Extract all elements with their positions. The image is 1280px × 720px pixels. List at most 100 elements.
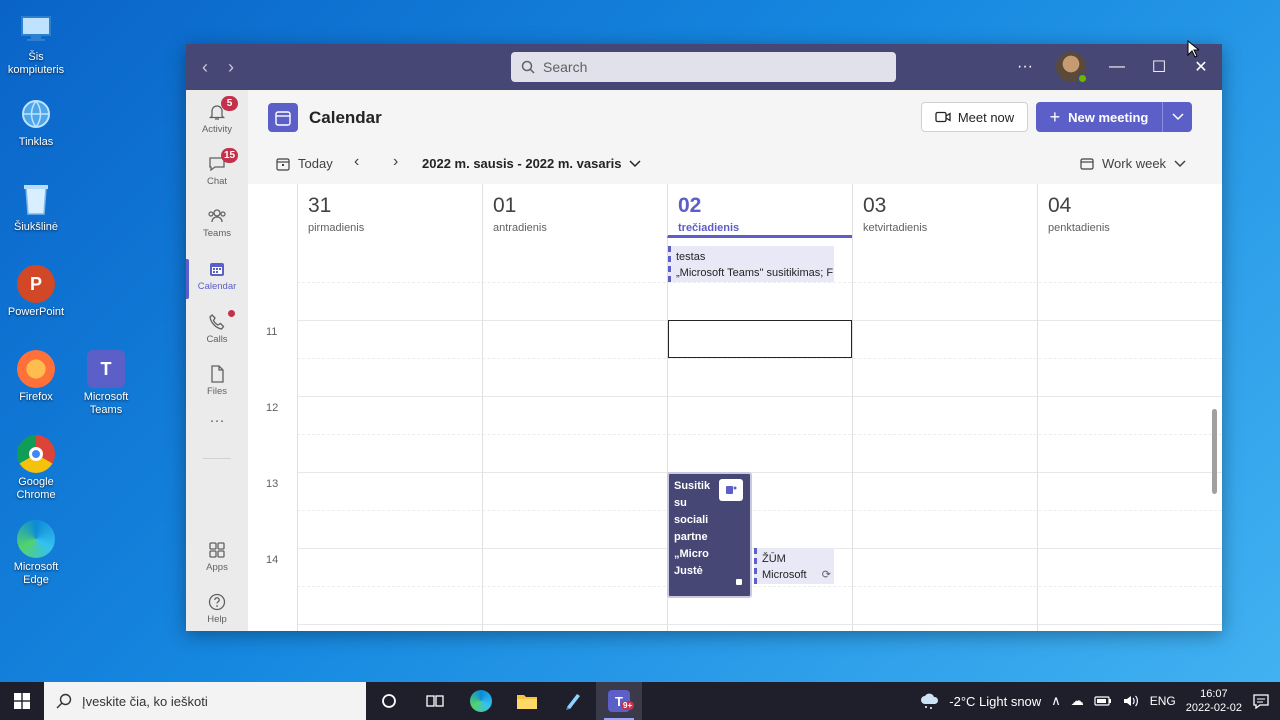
chrome-icon [17, 435, 55, 473]
search-placeholder: Search [543, 59, 588, 75]
hour-label: 12 [266, 402, 279, 414]
notifications-icon[interactable] [1252, 693, 1270, 709]
recurring-icon: ⟳ [821, 569, 831, 581]
battery-icon[interactable] [1094, 695, 1112, 707]
event-zum[interactable]: ŽŪM Microsoft ⟳ [754, 548, 834, 584]
taskbar-file-explorer[interactable] [504, 682, 550, 720]
teams-icon: T [87, 350, 125, 388]
taskbar-teams[interactable]: T 9+ [596, 682, 642, 720]
clock-time: 16:07 [1200, 688, 1228, 700]
taskbar: Įveskite čia, ko ieškoti T 9+ -2°C Light… [0, 682, 1280, 720]
event-line: partne [674, 531, 708, 543]
plus-icon: + [1049, 106, 1061, 127]
close-icon[interactable]: ✕ [1180, 57, 1222, 77]
day-header-thursday[interactable]: 03 ketvirtadienis [852, 184, 1037, 238]
day-header-wednesday[interactable]: 02 trečiadienis [667, 184, 852, 238]
help-icon [186, 590, 248, 614]
rail-item-apps[interactable]: Apps [186, 532, 248, 582]
new-meeting-dropdown[interactable] [1162, 102, 1192, 132]
hour-label: 13 [266, 478, 279, 490]
onedrive-icon[interactable]: ☁ [1071, 693, 1084, 709]
search-input[interactable]: Search [511, 52, 896, 82]
taskbar-edge[interactable] [458, 682, 504, 720]
page-title: Calendar [309, 108, 382, 127]
volume-icon[interactable] [1122, 694, 1140, 708]
rail-item-label: Help [207, 614, 227, 625]
title-bar: ‹ › Search ··· — ☐ ✕ [186, 44, 1222, 90]
calendar-toolbar: Today ‹ › 2022 m. sausis - 2022 m. vasar… [248, 144, 1222, 184]
input-language[interactable]: ENG [1150, 694, 1176, 708]
more-options-icon[interactable]: ··· [1004, 58, 1046, 76]
desktop-icon-label: Tinklas [18, 136, 54, 148]
clock[interactable]: 16:07 2022-02-02 [1186, 687, 1242, 715]
desktop-icon-network[interactable]: Tinklas [0, 95, 72, 149]
forward-arrow-icon[interactable]: › [218, 57, 244, 78]
presence-available-icon [1077, 73, 1088, 84]
show-hidden-icons-icon[interactable]: ∧ [1051, 693, 1061, 709]
hour-label: 14 [266, 554, 279, 566]
work-week-icon [1080, 157, 1094, 170]
windows-logo-icon [14, 693, 30, 709]
day-name: penktadienis [1048, 222, 1110, 234]
event-social-partners[interactable]: Susitik su sociali partne „Micro Justė [667, 472, 752, 598]
maximize-icon[interactable]: ☐ [1138, 57, 1180, 77]
rail-item-activity[interactable]: 5 Activity [186, 94, 248, 144]
cortana-button[interactable] [366, 682, 412, 720]
taskbar-app[interactable] [550, 682, 596, 720]
previous-week-icon[interactable]: ‹ [354, 153, 359, 171]
rail-item-chat[interactable]: 15 Chat [186, 146, 248, 196]
join-teams-meeting-icon[interactable] [719, 479, 743, 501]
rail-item-teams[interactable]: Teams [186, 198, 248, 248]
day-header-monday[interactable]: 31 pirmadienis [297, 184, 482, 238]
rail-item-calls[interactable]: Calls [186, 304, 248, 354]
meet-now-button[interactable]: Meet now [921, 102, 1028, 132]
activity-badge: 5 [221, 96, 238, 111]
avatar[interactable] [1056, 52, 1088, 84]
event-line: „Micro [674, 548, 709, 560]
new-meeting-button[interactable]: + New meeting [1036, 102, 1192, 132]
desktop-icon-chrome[interactable]: Google Chrome [0, 435, 72, 502]
desktop-icon-firefox[interactable]: Firefox [0, 350, 72, 404]
today-button[interactable]: Today [276, 156, 333, 171]
folder-icon [517, 695, 537, 709]
date-range-picker[interactable]: 2022 m. sausis - 2022 m. vasaris [422, 156, 642, 171]
desktop-icon-recycle-bin[interactable]: Šiukšlinė [0, 180, 72, 234]
desktop-icon-label: Google Chrome [16, 476, 56, 501]
event-subtitle: „Microsoft Teams" susitikimas; F [676, 267, 834, 279]
teams-meeting-small-icon [735, 576, 745, 593]
desktop-icon-this-pc[interactable]: Šis kompiuteris [0, 10, 72, 77]
calendar-header: Calendar Meet now + New meeting [248, 90, 1222, 144]
day-number: 31 [308, 194, 332, 217]
day-header-friday[interactable]: 04 penktadienis [1037, 184, 1222, 238]
mouse-cursor-icon [1187, 40, 1199, 58]
today-label: Today [298, 156, 333, 171]
back-arrow-icon[interactable]: ‹ [192, 57, 218, 78]
weather-text: -2°C Light snow [949, 693, 1042, 709]
view-selector[interactable]: Work week [1080, 156, 1186, 171]
date-range-label: 2022 m. sausis - 2022 m. vasaris [422, 156, 622, 171]
day-header-tuesday[interactable]: 01 antradienis [482, 184, 667, 238]
rail-item-files[interactable]: Files [186, 356, 248, 406]
day-name: pirmadienis [308, 222, 365, 234]
column-divider [297, 184, 298, 631]
vertical-scrollbar[interactable] [1212, 409, 1217, 494]
rail-item-calendar[interactable]: Calendar [186, 251, 248, 301]
desktop-icon-label: Šis kompiuteris [7, 51, 65, 76]
start-button[interactable] [0, 693, 44, 709]
desktop-icon-edge[interactable]: Microsoft Edge [0, 520, 72, 587]
event-testas[interactable]: testas „Microsoft Teams" susitikimas; F [668, 246, 834, 282]
weather-widget[interactable]: -2°C Light snow [919, 692, 1041, 710]
desktop-icon-powerpoint[interactable]: P PowerPoint [0, 265, 72, 319]
rail-item-label: Calls [206, 334, 228, 345]
selected-time-slot[interactable] [668, 320, 852, 358]
column-divider [482, 184, 483, 631]
recycle-bin-icon [17, 180, 55, 218]
rail-item-help[interactable]: Help [186, 584, 248, 631]
desktop-icon-teams[interactable]: T Microsoft Teams [70, 350, 142, 417]
rail-more-apps[interactable]: ··· [186, 412, 248, 462]
minimize-icon[interactable]: — [1096, 58, 1138, 76]
next-week-icon[interactable]: › [393, 153, 398, 171]
apps-icon [186, 538, 248, 562]
task-view-button[interactable] [412, 682, 458, 720]
taskbar-search-input[interactable]: Įveskite čia, ko ieškoti [44, 682, 366, 720]
